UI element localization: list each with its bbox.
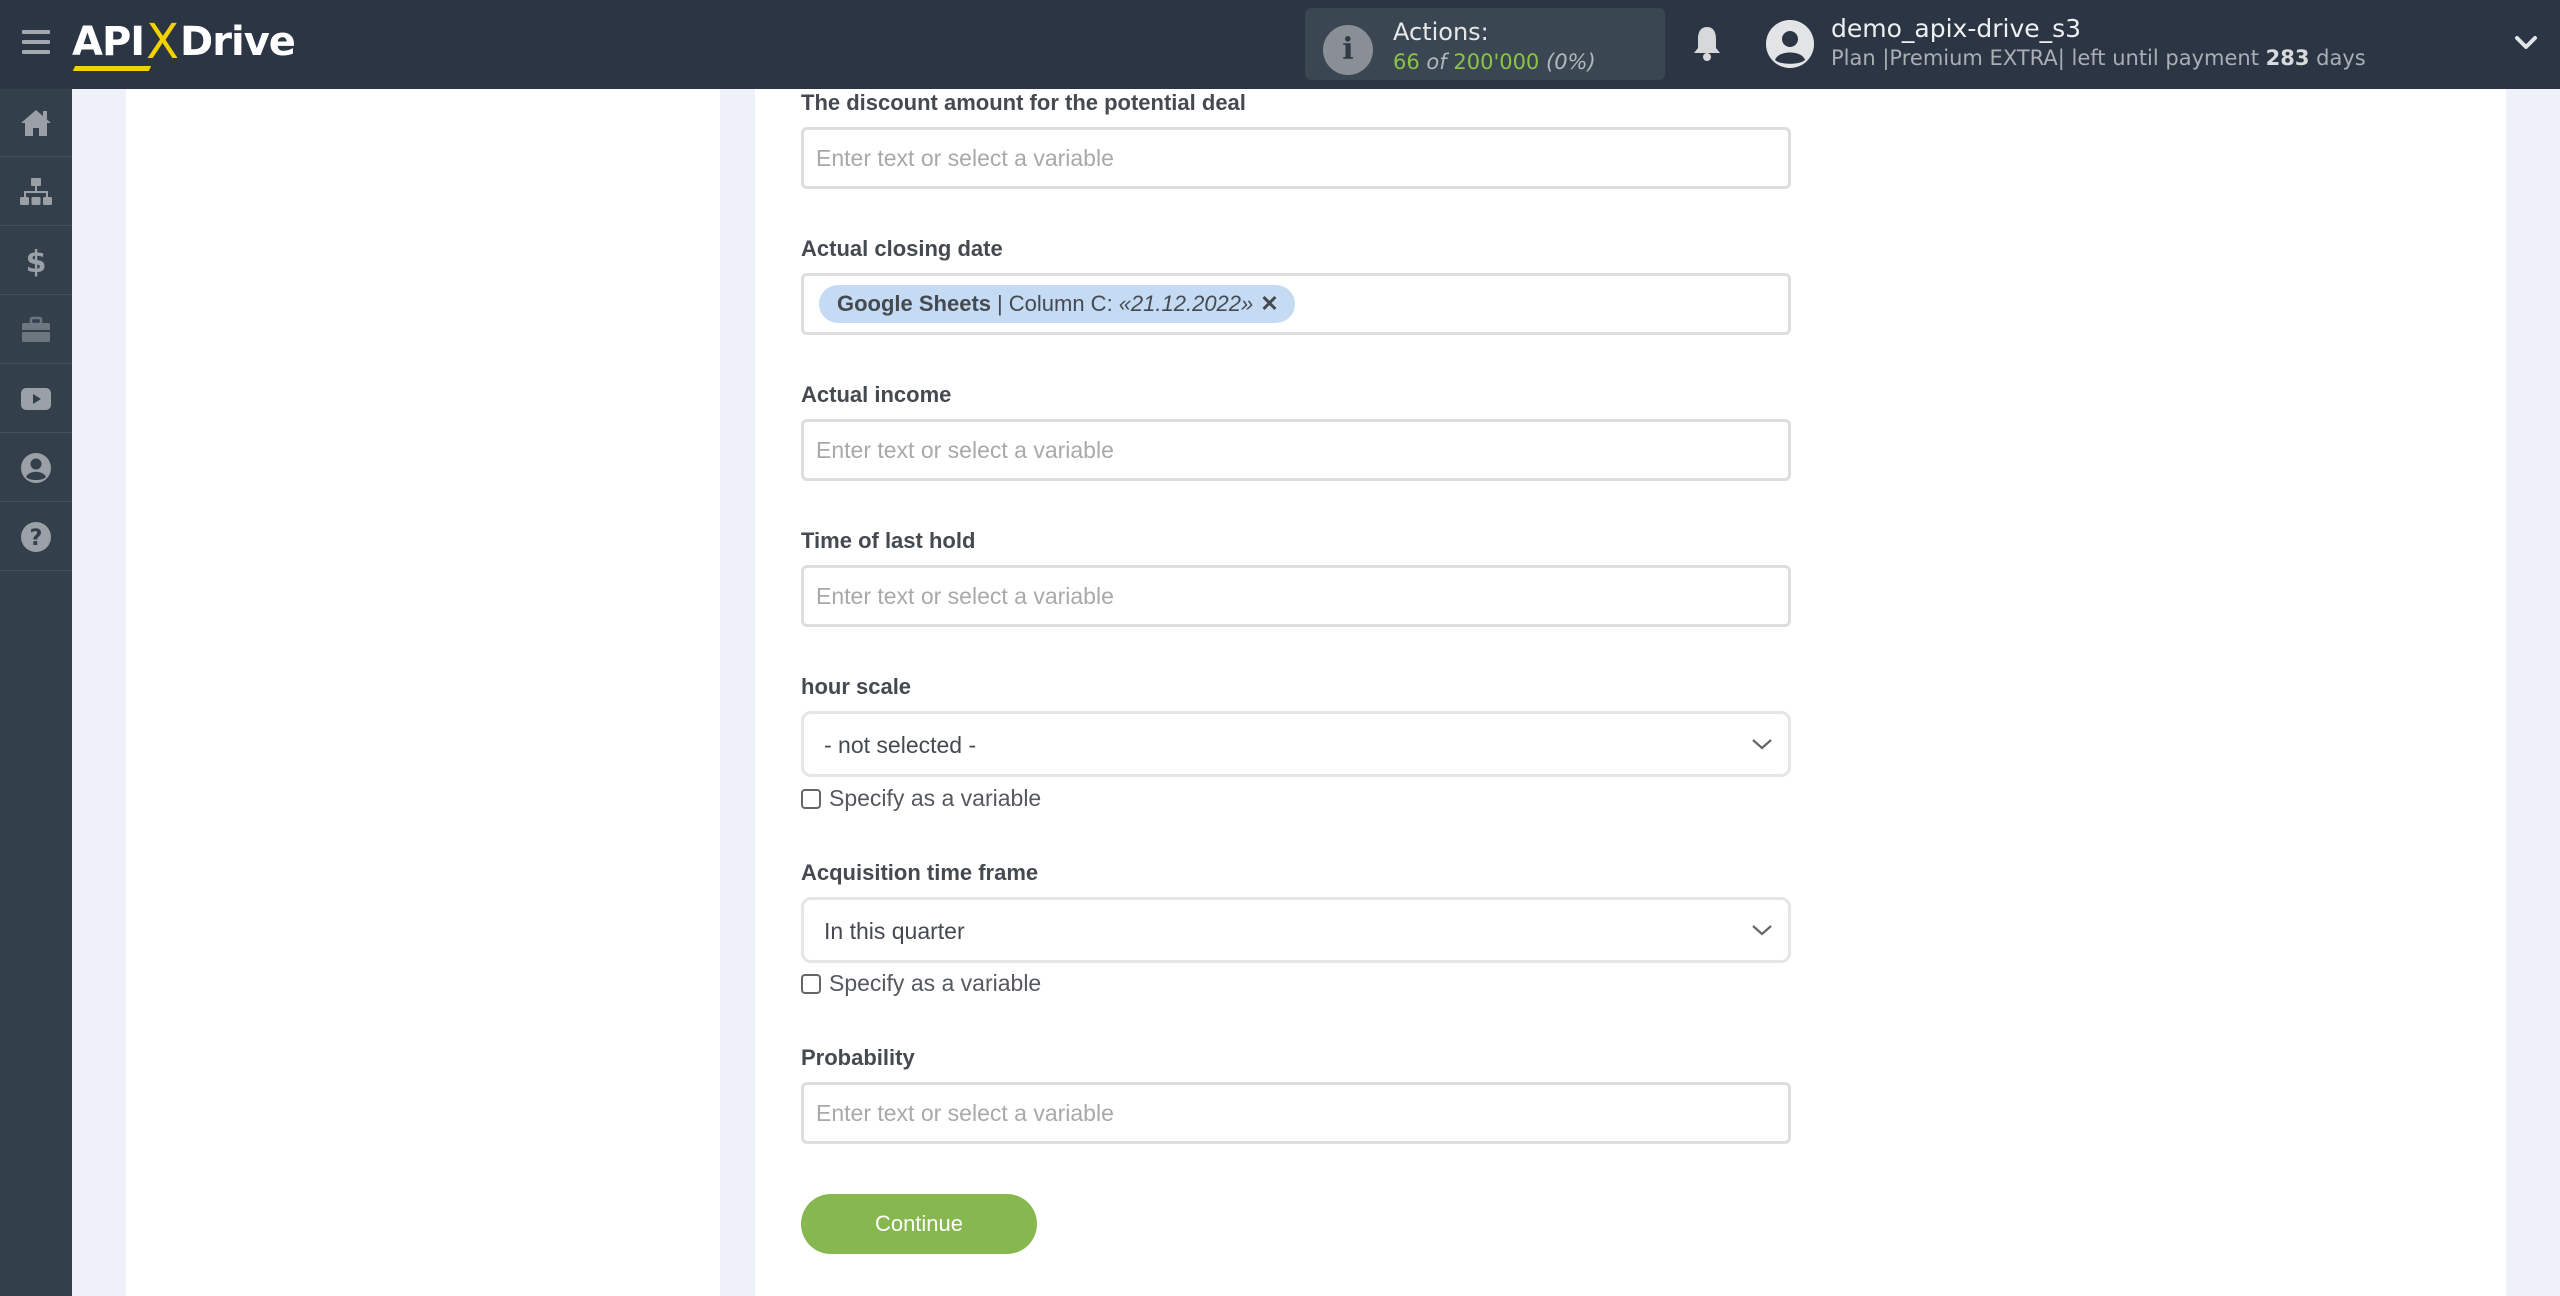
user-circle-icon bbox=[21, 452, 51, 483]
checkbox[interactable] bbox=[801, 788, 821, 809]
plan-text: Plan |Premium EXTRA| left until payment bbox=[1831, 46, 2259, 70]
chevron-down-icon bbox=[1752, 925, 1772, 936]
acquisition-value: In this quarter bbox=[824, 918, 965, 944]
plan-info: Plan |Premium EXTRA| left until payment … bbox=[1831, 46, 2366, 70]
home-icon bbox=[21, 109, 51, 136]
chevron-down-icon[interactable] bbox=[2513, 30, 2539, 56]
checkbox[interactable] bbox=[801, 973, 821, 994]
apix-drive-logo[interactable]: API X Drive bbox=[72, 14, 296, 70]
actual-income-input[interactable] bbox=[801, 419, 1791, 481]
actions-total: 200'000 bbox=[1453, 50, 1540, 74]
acquisition-variable-checkbox[interactable]: Specify as a variable bbox=[801, 970, 1041, 997]
closing-date-label: Actual closing date bbox=[801, 236, 1003, 261]
youtube-icon bbox=[21, 387, 51, 410]
user-avatar-icon[interactable] bbox=[1766, 20, 1814, 68]
dollar-icon: $ bbox=[26, 245, 47, 278]
hour-scale-value: - not selected - bbox=[824, 732, 977, 758]
sidebar-item-help[interactable]: ? bbox=[0, 503, 72, 571]
days-left: 283 bbox=[2265, 46, 2310, 70]
tag-column: Column C: bbox=[1008, 291, 1113, 316]
actions-usage: 66 of 200'000 (0%) bbox=[1393, 50, 1596, 74]
top-bar: API X Drive i Actions: 66 of 200'000 (0%) … bbox=[0, 0, 2560, 89]
logo-x: X bbox=[146, 14, 179, 70]
tag-separator: | bbox=[997, 291, 1003, 316]
sidebar: $ ? bbox=[0, 89, 72, 1296]
sidebar-item-home[interactable] bbox=[0, 89, 72, 157]
hour-scale-label: hour scale bbox=[801, 674, 912, 699]
last-hold-label: Time of last hold bbox=[801, 528, 976, 553]
actions-counter[interactable]: i Actions: 66 of 200'000 (0%) bbox=[1305, 8, 1665, 80]
acquisition-select[interactable]: In this quarter bbox=[801, 897, 1791, 963]
bell-icon[interactable] bbox=[1692, 24, 1722, 62]
hour-scale-select[interactable]: - not selected - bbox=[801, 711, 1791, 777]
svg-text:$: $ bbox=[26, 245, 47, 278]
actions-label: Actions: bbox=[1393, 18, 1489, 46]
actions-percent: (0%) bbox=[1546, 50, 1596, 74]
discount-input[interactable] bbox=[801, 127, 1791, 189]
svg-text:?: ? bbox=[30, 526, 43, 551]
sidebar-item-tools[interactable] bbox=[0, 296, 72, 364]
tag-source: Google Sheets bbox=[837, 291, 992, 316]
sidebar-item-billing[interactable]: $ bbox=[0, 227, 72, 295]
sitemap-icon bbox=[20, 177, 52, 205]
logo-drive: Drive bbox=[180, 19, 296, 65]
briefcase-icon bbox=[22, 316, 50, 342]
logo-api: API bbox=[72, 19, 145, 65]
left-panel bbox=[126, 89, 720, 1296]
checkbox-label: Specify as a variable bbox=[829, 785, 1042, 811]
closing-date-input[interactable]: Google Sheets | Column C: «21.12.2022» ✕ bbox=[801, 273, 1791, 335]
days-suffix: days bbox=[2316, 46, 2366, 70]
continue-button[interactable]: Continue bbox=[801, 1194, 1037, 1254]
sidebar-item-account[interactable] bbox=[0, 434, 72, 502]
question-circle-icon: ? bbox=[21, 521, 51, 552]
variable-tag[interactable]: Google Sheets | Column C: «21.12.2022» ✕ bbox=[819, 285, 1295, 323]
info-icon: i bbox=[1323, 25, 1373, 75]
username[interactable]: demo_apix-drive_s3 bbox=[1831, 14, 2081, 43]
sidebar-item-videos[interactable] bbox=[0, 365, 72, 433]
discount-label: The discount amount for the potential de… bbox=[801, 90, 1246, 115]
menu-toggle-icon[interactable] bbox=[22, 30, 50, 54]
sidebar-item-connections[interactable] bbox=[0, 158, 72, 226]
tag-value: «21.12.2022» bbox=[1118, 291, 1254, 316]
last-hold-input[interactable] bbox=[801, 565, 1791, 627]
actions-used: 66 bbox=[1393, 50, 1420, 74]
chevron-down-icon bbox=[1752, 739, 1772, 750]
probability-label: Probability bbox=[801, 1045, 915, 1070]
acquisition-label: Acquisition time frame bbox=[801, 860, 1039, 885]
actions-of: of bbox=[1426, 50, 1447, 74]
probability-input[interactable] bbox=[801, 1082, 1791, 1144]
hour-scale-variable-checkbox[interactable]: Specify as a variable bbox=[801, 785, 1041, 812]
actual-income-label: Actual income bbox=[801, 382, 952, 407]
checkbox-label: Specify as a variable bbox=[829, 970, 1042, 996]
remove-tag-icon[interactable]: ✕ bbox=[1260, 291, 1278, 317]
